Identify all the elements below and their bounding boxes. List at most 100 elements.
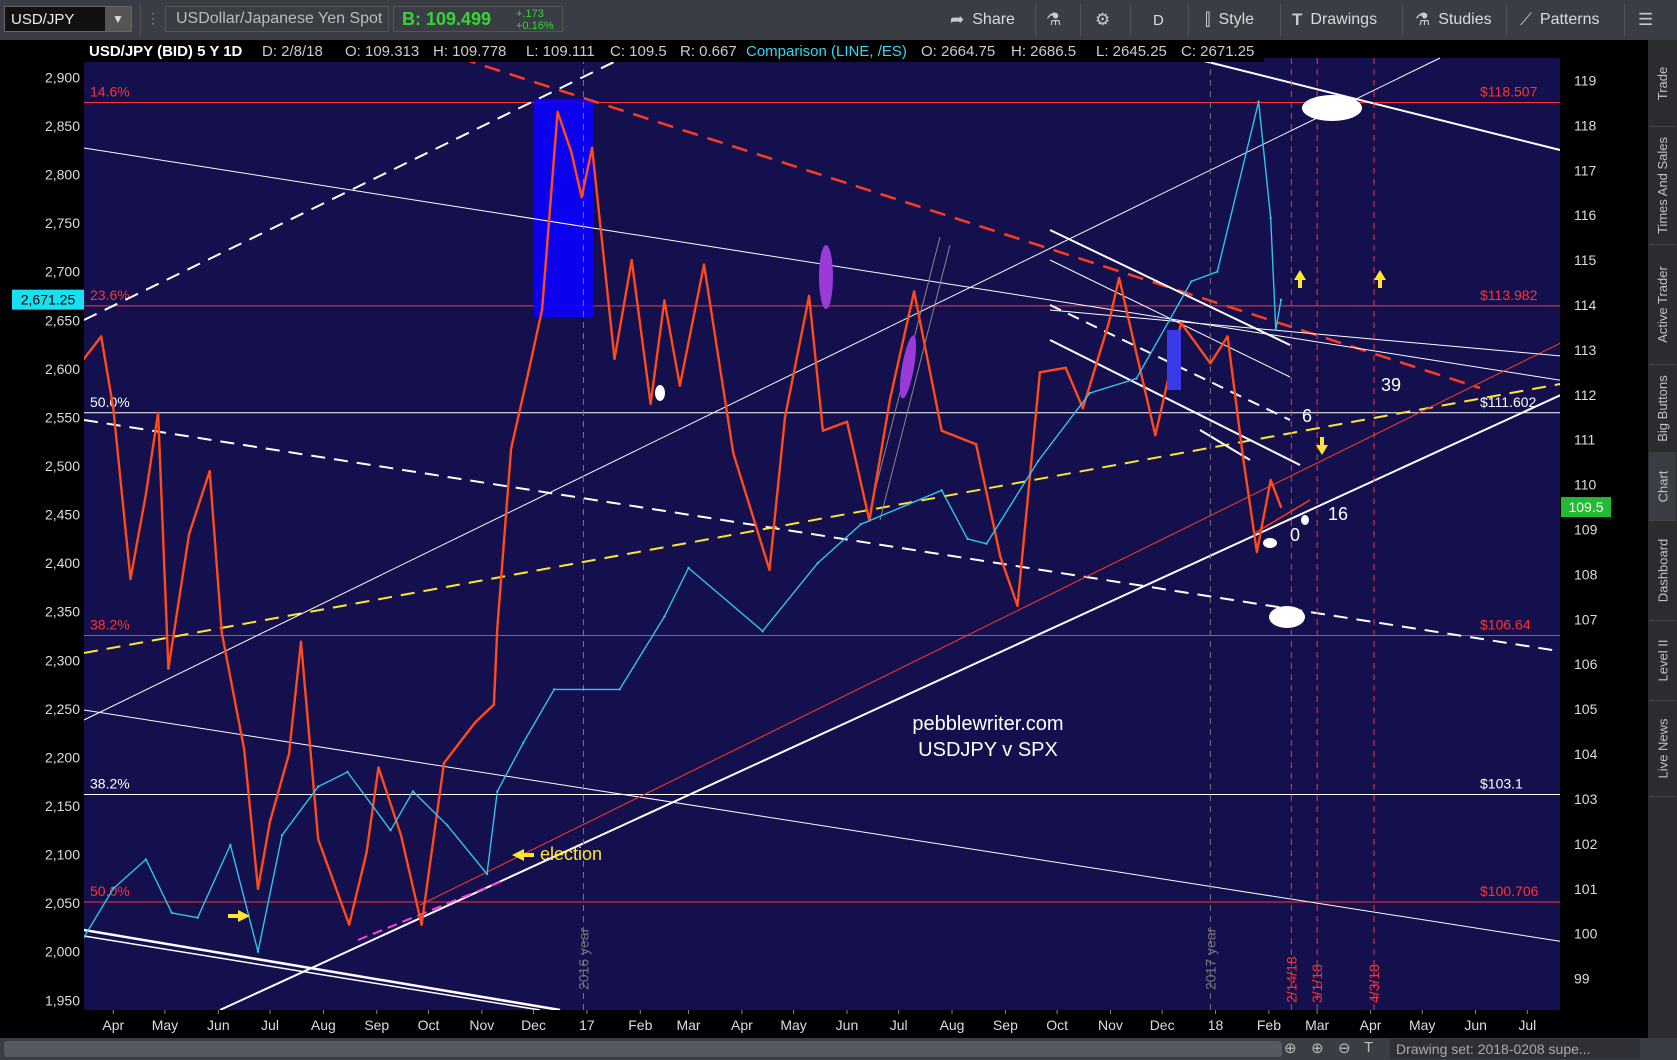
- data-point: [663, 615, 666, 618]
- data-point: [768, 568, 771, 572]
- x-tick-label: Jul: [1518, 1017, 1536, 1033]
- drag-handle-icon[interactable]: ⋮: [146, 10, 160, 27]
- divider: [1080, 4, 1081, 36]
- data-point: [1241, 456, 1245, 459]
- data-point: [144, 492, 148, 495]
- data-point: [570, 151, 573, 154]
- menu-button[interactable]: ☰: [1638, 0, 1653, 40]
- divider: [1035, 4, 1036, 36]
- right-tick-label: 101: [1574, 881, 1598, 897]
- x-tick-label: Oct: [418, 1017, 440, 1033]
- drawings-label: Drawings: [1310, 11, 1378, 28]
- data-point: [1226, 335, 1229, 338]
- x-axis-background: [84, 1010, 1560, 1038]
- drawing-set-selector[interactable]: Drawing set: 2018-0208 supe...: [1390, 1039, 1640, 1059]
- right-current-label: 109.5: [1568, 499, 1603, 515]
- highlight-box: [1167, 330, 1181, 390]
- data-point: [649, 402, 652, 405]
- divider: [1280, 4, 1281, 36]
- flask-button[interactable]: ⚗: [1046, 0, 1061, 40]
- data-point: [377, 766, 380, 769]
- left-tick-label: 2,800: [45, 167, 80, 183]
- style-button[interactable]: ⫿ Style: [1205, 0, 1254, 40]
- left-tick-label: 2,850: [45, 118, 80, 134]
- patterns-icon: ⟋: [1520, 10, 1532, 29]
- data-point: [1279, 505, 1283, 509]
- settings-button[interactable]: ⚙: [1095, 0, 1110, 40]
- header-title: USD/JPY (BID) 5 Y 1D: [89, 43, 243, 60]
- zoom-out-icon[interactable]: ⊖: [1338, 1039, 1351, 1057]
- patterns-button[interactable]: ⟋ Patterns: [1520, 0, 1600, 40]
- data-point: [1016, 604, 1019, 608]
- right-tick-label: 104: [1574, 746, 1598, 762]
- studies-button[interactable]: ⚗ Studies: [1415, 0, 1492, 40]
- left-tick-label: 2,350: [45, 604, 80, 620]
- data-point: [1036, 459, 1040, 463]
- data-point: [940, 429, 943, 432]
- tab-dashboard[interactable]: Dashboard: [1649, 520, 1676, 621]
- instrument-description: USDollar/Japanese Yen Spot: [165, 6, 389, 32]
- studies-label: Studies: [1438, 11, 1492, 28]
- date-marker-label: 4/3/18: [1366, 964, 1382, 1003]
- data-point: [783, 416, 787, 419]
- data-point: [492, 703, 496, 706]
- divider: [1188, 4, 1189, 36]
- left-tick-label: 2,450: [45, 507, 80, 523]
- zoom-reset-icon[interactable]: ⊕: [1284, 1039, 1297, 1057]
- share-icon: ➦: [950, 10, 965, 29]
- level-price-label: $113.982: [1480, 287, 1538, 303]
- level-price-label: $103.1: [1480, 775, 1523, 791]
- drawings-button[interactable]: T Drawings: [1292, 0, 1377, 40]
- data-point: [100, 335, 103, 338]
- x-tick-label: May: [780, 1017, 806, 1033]
- tab-live-news[interactable]: Live News: [1649, 700, 1676, 797]
- tab-chart[interactable]: Chart: [1649, 452, 1676, 521]
- data-point: [208, 469, 211, 473]
- tab-level-ii[interactable]: Level II: [1649, 620, 1676, 701]
- target-ellipse: [1269, 606, 1305, 628]
- right-tick-label: 112: [1574, 387, 1597, 403]
- tab-trade[interactable]: Trade: [1649, 40, 1676, 127]
- data-point: [346, 770, 349, 774]
- data-point: [985, 542, 988, 545]
- data-point: [242, 748, 246, 751]
- right-tick-label: 106: [1574, 656, 1598, 672]
- data-point: [317, 785, 320, 788]
- x-tick-label: May: [1409, 1017, 1435, 1033]
- chart-area[interactable]: 14.6% $118.507 23.6% $113.982 50.0% $111.602 3…: [0, 40, 1651, 1038]
- share-button[interactable]: ➦ Share: [950, 0, 1015, 40]
- left-tick-label: 2,750: [45, 215, 80, 231]
- tab-times-and-sales[interactable]: Times And Sales: [1649, 126, 1676, 245]
- zoom-in-icon[interactable]: ⊕: [1311, 1039, 1324, 1057]
- data-point: [256, 950, 260, 953]
- data-point: [112, 407, 115, 410]
- level-percent-label: 50.0%: [90, 394, 130, 410]
- date-marker-label: 2017 year: [1202, 927, 1218, 990]
- chevron-down-icon[interactable]: ▼: [105, 7, 131, 31]
- gear-icon: ⚙: [1095, 10, 1111, 29]
- right-tick-label: 119: [1574, 72, 1597, 88]
- divider: [1506, 4, 1507, 36]
- left-current-label: 2,671.25: [21, 292, 76, 308]
- tab-big-buttons[interactable]: Big Buttons: [1649, 364, 1676, 453]
- aggregation-button[interactable]: D: [1153, 0, 1164, 40]
- data-point: [1064, 366, 1067, 370]
- tab-active-trader[interactable]: Active Trader: [1649, 244, 1676, 365]
- data-point: [446, 824, 449, 827]
- header-open: O: 109.313: [345, 43, 419, 60]
- data-point: [940, 489, 943, 492]
- horizontal-scrollbar[interactable]: [4, 1041, 1282, 1057]
- data-point: [912, 290, 916, 293]
- data-point: [999, 555, 1002, 558]
- drawing-tool-icon[interactable]: T: [1364, 1039, 1373, 1056]
- watermark-line-2: USDJPY v SPX: [918, 739, 1058, 761]
- symbol-selector[interactable]: USD/JPY ▼: [4, 6, 132, 32]
- data-point: [816, 561, 819, 565]
- chart-svg[interactable]: 14.6% $118.50723.6% $113.98250.0% $111.6023…: [0, 40, 1651, 1038]
- data-point: [1274, 328, 1278, 332]
- data-point: [144, 858, 148, 861]
- data-point: [552, 688, 556, 691]
- data-point: [509, 447, 513, 450]
- left-tick-label: 2,300: [45, 652, 80, 668]
- data-point: [1179, 321, 1183, 325]
